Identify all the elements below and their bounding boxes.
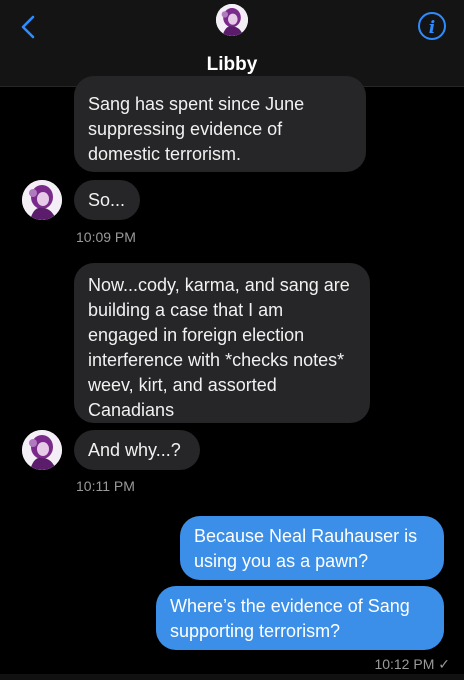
contact-avatar (22, 180, 62, 220)
message-bubble-incoming[interactable]: And why...? (74, 430, 200, 470)
contact-name[interactable]: Libby (0, 54, 464, 76)
contact-avatar[interactable] (216, 4, 248, 36)
timestamp: 10:09 PM (76, 229, 136, 245)
conversation-header: Libby i (0, 0, 464, 87)
message-text: Sang has spent since June suppressing ev… (88, 94, 305, 164)
message-text: So... (88, 190, 126, 210)
bottom-divider (0, 674, 464, 680)
timestamp: 10:12 PM ✓ (374, 656, 450, 673)
timestamp: 10:11 PM (76, 478, 135, 494)
message-bubble-incoming[interactable]: So... (74, 180, 140, 220)
message-bubble-incoming[interactable]: Sang has spent since June suppressing ev… (74, 76, 366, 172)
message-text: Because Neal Rauhauser is using you as a… (194, 526, 418, 571)
contact-avatar (22, 430, 62, 470)
message-bubble-incoming[interactable]: Now...cody, karma, and sang are building… (74, 263, 370, 423)
message-text: Where’s the evidence of Sang supporting … (170, 596, 410, 641)
message-text: Now...cody, karma, and sang are building… (88, 275, 350, 420)
message-bubble-outgoing[interactable]: Where’s the evidence of Sang supporting … (156, 586, 444, 650)
chevron-left-icon[interactable] (14, 12, 44, 42)
delivery-time: 10:12 PM (374, 656, 435, 672)
read-receipt-icon: ✓ (438, 656, 450, 672)
info-icon[interactable]: i (418, 12, 446, 40)
message-text: And why...? (88, 440, 181, 460)
message-bubble-outgoing[interactable]: Because Neal Rauhauser is using you as a… (180, 516, 444, 580)
